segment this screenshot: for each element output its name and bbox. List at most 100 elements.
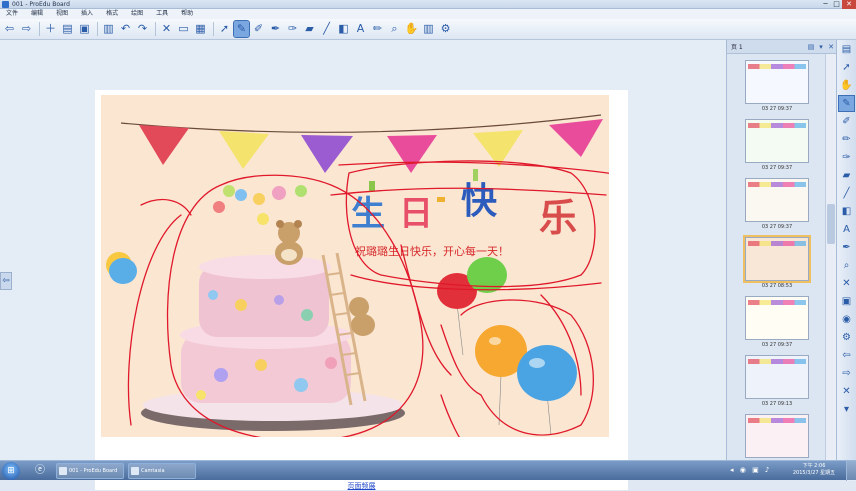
paste-icon[interactable]: ▥ bbox=[101, 21, 116, 37]
side-shape-icon[interactable]: ◧ bbox=[839, 204, 854, 219]
open-folder-icon[interactable]: ▤ bbox=[60, 21, 75, 37]
save-icon[interactable]: ▣ bbox=[77, 21, 92, 37]
menu-format[interactable]: 格式 bbox=[106, 9, 118, 19]
toolbar-separator bbox=[97, 22, 98, 36]
table-icon[interactable]: ▥ bbox=[421, 21, 436, 37]
panel-pin-icon[interactable]: ▾ bbox=[816, 43, 826, 51]
page-thumbnail[interactable]: 03 27 09:37 bbox=[745, 60, 809, 112]
proedu-icon bbox=[59, 467, 67, 475]
close-button[interactable]: ✕ bbox=[842, 0, 856, 9]
menu-insert[interactable]: 插入 bbox=[81, 9, 93, 19]
shape-icon[interactable]: ◧ bbox=[336, 21, 351, 37]
page-thumbnail[interactable]: 03 27 09:37 bbox=[745, 119, 809, 171]
side-next-page-icon[interactable]: ⇨ bbox=[839, 366, 854, 381]
start-button[interactable]: ⊞ bbox=[2, 462, 20, 480]
zoom-icon[interactable]: ⌕ bbox=[387, 21, 402, 37]
screen-shade-icon[interactable]: ▭ bbox=[176, 21, 191, 37]
page-thumbnail[interactable]: 03 27 09:37 bbox=[745, 296, 809, 348]
page-thumbnail[interactable] bbox=[745, 414, 809, 460]
side-brush-icon[interactable]: ✑ bbox=[839, 150, 854, 165]
side-line-icon[interactable]: ╱ bbox=[839, 186, 854, 201]
highlighter-icon[interactable]: ✐ bbox=[251, 21, 266, 37]
menu-tools[interactable]: 工具 bbox=[156, 9, 168, 19]
creative-pen-icon[interactable]: ✒ bbox=[268, 21, 283, 37]
menu-view[interactable]: 视图 bbox=[56, 9, 68, 19]
page-thumbnail[interactable]: 03 27 09:37 bbox=[745, 178, 809, 230]
undo-icon[interactable]: ↶ bbox=[118, 21, 133, 37]
app-icon bbox=[2, 1, 9, 8]
taskbar-item-camtasia[interactable]: Camtasia bbox=[128, 463, 196, 479]
clock[interactable]: 下午 2:06 2015/3/27 星期五 bbox=[792, 463, 836, 477]
thumbnail-caption: 03 27 09:37 bbox=[761, 224, 793, 230]
side-magnifier-icon[interactable]: ⌕ bbox=[839, 258, 854, 273]
hand-icon[interactable]: ✋ bbox=[404, 21, 419, 37]
back-icon[interactable]: ⇦ bbox=[2, 21, 17, 37]
side-fill-icon[interactable]: ✒ bbox=[839, 240, 854, 255]
slide-page[interactable]: 生 日 快 乐 祝璐璐生日快乐，开心每一天！ 页面频展 bbox=[95, 90, 628, 490]
side-record-icon[interactable]: ◉ bbox=[839, 312, 854, 327]
thumbnail-bunting bbox=[748, 300, 806, 305]
collapse-left-button[interactable]: ⇦ bbox=[0, 272, 12, 290]
taskbar-item-proedu[interactable]: 001 - ProEdu Board bbox=[56, 463, 124, 479]
thumbnail-bunting bbox=[748, 123, 806, 128]
window-title: 001 - ProEdu Board bbox=[12, 1, 70, 8]
maximize-button[interactable]: □ bbox=[831, 0, 842, 9]
pen-icon[interactable]: ✎ bbox=[233, 20, 250, 38]
greeting-text: 祝璐璐生日快乐，开心每一天！ bbox=[355, 244, 509, 258]
thumbnail-scrollbar[interactable] bbox=[825, 54, 836, 460]
menu-help[interactable]: 帮助 bbox=[181, 9, 193, 19]
side-hand-icon[interactable]: ✋ bbox=[839, 78, 854, 93]
side-settings-icon[interactable]: ⚙ bbox=[839, 330, 854, 345]
page-sorter-panel: 页 1 ▤ ▾ ✕ 03 27 09:37 03 27 09:37 03 27 09… bbox=[726, 40, 836, 460]
side-eraser-icon[interactable]: ▰ bbox=[839, 168, 854, 183]
side-highlighter-icon[interactable]: ✐ bbox=[839, 114, 854, 129]
thumbnail-preview bbox=[745, 296, 809, 340]
side-close-icon[interactable]: ✕ bbox=[839, 384, 854, 399]
menu-file[interactable]: 文件 bbox=[6, 9, 18, 19]
panel-menu-icon[interactable]: ▤ bbox=[806, 43, 816, 51]
new-page-icon[interactable]: ＋ bbox=[43, 21, 58, 37]
side-pages-icon[interactable]: ▤ bbox=[839, 42, 854, 57]
properties-icon[interactable]: ⚙ bbox=[438, 21, 453, 37]
line-icon[interactable]: ╱ bbox=[319, 21, 334, 37]
panel-header: 页 1 ▤ ▾ ✕ bbox=[727, 40, 836, 54]
page-thumbnail[interactable]: 03 27 09:13 bbox=[745, 355, 809, 407]
thumbnail-preview bbox=[745, 60, 809, 104]
menu-edit[interactable]: 编辑 bbox=[31, 9, 43, 19]
side-text-icon[interactable]: A bbox=[839, 222, 854, 237]
select-arrow-icon[interactable]: ➚ bbox=[217, 21, 232, 37]
text-icon[interactable]: A bbox=[353, 21, 368, 37]
fill-icon[interactable]: ✏ bbox=[370, 21, 385, 37]
show-desktop-button[interactable] bbox=[846, 461, 856, 481]
taskbar: ⊞ ⓔ 001 - ProEdu Board Camtasia ◂ ◉ ▣ ♪ … bbox=[0, 460, 856, 481]
eraser-icon[interactable]: ▰ bbox=[302, 21, 317, 37]
minimize-button[interactable]: ─ bbox=[820, 0, 831, 9]
camtasia-icon bbox=[131, 467, 139, 475]
scrollbar-thumb[interactable] bbox=[827, 204, 835, 244]
toolbar-separator bbox=[213, 22, 214, 36]
menu-draw[interactable]: 绘图 bbox=[131, 9, 143, 19]
system-tray: ◂ ◉ ▣ ♪ 下午 2:06 2015/3/27 星期五 bbox=[726, 461, 856, 481]
ie-icon[interactable]: ⓔ bbox=[30, 463, 50, 479]
thumbnail-preview bbox=[745, 414, 809, 458]
side-arrow-icon[interactable]: ➚ bbox=[839, 60, 854, 75]
page-thumbnail[interactable]: 03 27 08:53 bbox=[743, 235, 811, 289]
birthday-cake-image[interactable]: 生 日 快 乐 祝璐璐生日快乐，开心每一天！ bbox=[101, 95, 609, 437]
delete-icon[interactable]: ✕ bbox=[159, 21, 174, 37]
thumbnail-preview bbox=[743, 235, 811, 283]
title-char-4: 乐 bbox=[539, 196, 577, 240]
redo-icon[interactable]: ↷ bbox=[135, 21, 150, 37]
side-screenshot-icon[interactable]: ▣ bbox=[839, 294, 854, 309]
side-eraser-all-icon[interactable]: ✕ bbox=[839, 276, 854, 291]
thumbnail-bunting bbox=[748, 64, 806, 69]
side-pencil-icon[interactable]: ✏ bbox=[839, 132, 854, 147]
brush-icon[interactable]: ✑ bbox=[285, 21, 300, 37]
side-back-page-icon[interactable]: ⇦ bbox=[839, 348, 854, 363]
display-icon[interactable]: ▦ bbox=[193, 21, 208, 37]
side-pen-icon[interactable]: ✎ bbox=[838, 95, 855, 112]
tray-icons[interactable]: ◂ ◉ ▣ ♪ bbox=[730, 466, 771, 474]
side-more-icon[interactable]: ▾ bbox=[839, 402, 854, 417]
forward-icon[interactable]: ⇨ bbox=[19, 21, 34, 37]
panel-close-icon[interactable]: ✕ bbox=[826, 43, 836, 51]
page-extension-link[interactable]: 页面频展 bbox=[95, 481, 628, 491]
